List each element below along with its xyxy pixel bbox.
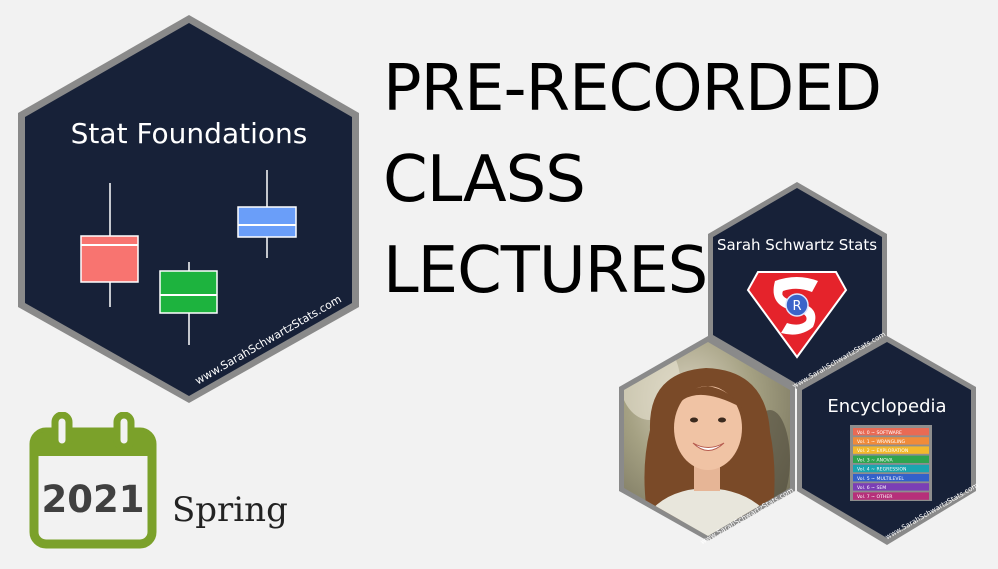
- volume-label: Vol. 6 ~ SEM: [857, 485, 886, 491]
- r-logo-letter: R: [792, 299, 801, 314]
- volume-label: Vol. 3 ~ ANOVA: [857, 457, 893, 463]
- calendar-year: 2021: [42, 478, 145, 521]
- calendar-icon: 2021: [29, 412, 157, 549]
- ency-hex-title: Encyclopedia: [827, 396, 946, 417]
- volume-label: Vol. 5 ~ MULTILEVEL: [857, 476, 904, 482]
- volume-label: Vol. 1 ~ WRANGLING: [857, 439, 906, 445]
- volume-label: Vol. 0 ~ SOFTWARE: [857, 430, 902, 436]
- volume-label: Vol. 7 ~ OTHER: [857, 494, 893, 500]
- stats-hex-title: Sarah Schwartz Stats: [717, 236, 877, 254]
- volume-label: Vol. 2 ~ EXPLORATION: [857, 448, 908, 454]
- season-label: Spring: [172, 490, 288, 530]
- volume-label: Vol. 4 ~ REGRESSION: [857, 467, 906, 473]
